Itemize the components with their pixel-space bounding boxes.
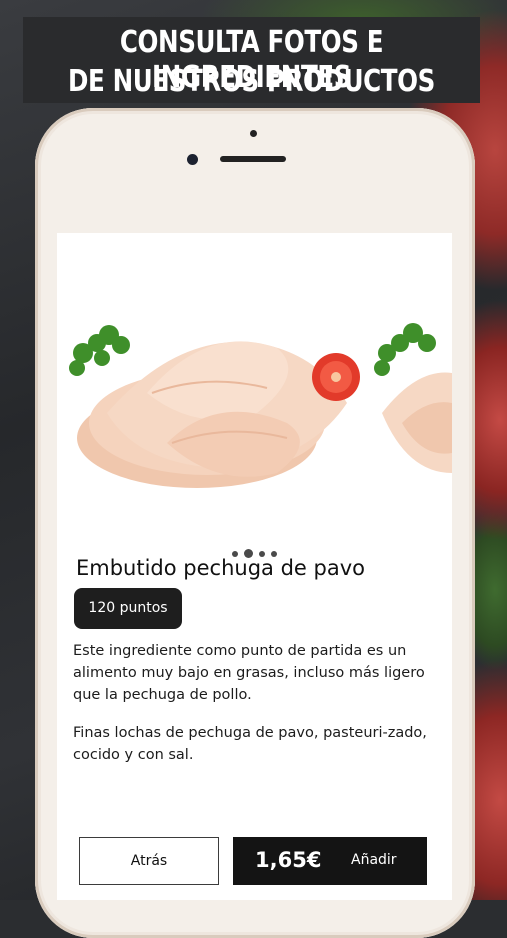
add-to-cart-button[interactable]: 1,65€ Añadir (233, 837, 427, 885)
product-image (69, 323, 452, 488)
promo-banner: CONSULTA FOTOS E INGREDIENTES DE NUESTRO… (23, 17, 480, 103)
product-details: Finas lochas de pechuga de pavo, pasteur… (73, 725, 427, 763)
app-screen: Embutido pechuga de pavo 120 puntos Este… (57, 233, 452, 900)
price-label: 1,65€ (255, 848, 322, 872)
points-badge: 120 puntos (74, 588, 182, 629)
product-title: Embutido pechuga de pavo (76, 556, 365, 580)
phone-sensor (250, 130, 257, 137)
banner-line-2: DE NUESTROS PRODUCTOS (68, 64, 435, 99)
phone-camera (187, 154, 198, 165)
product-image-gallery[interactable] (57, 273, 452, 513)
phone-speaker (220, 156, 286, 162)
back-button[interactable]: Atrás (79, 837, 219, 885)
add-label: Añadir (351, 852, 397, 868)
product-description: Este ingrediente como punto de partida e… (73, 643, 425, 703)
